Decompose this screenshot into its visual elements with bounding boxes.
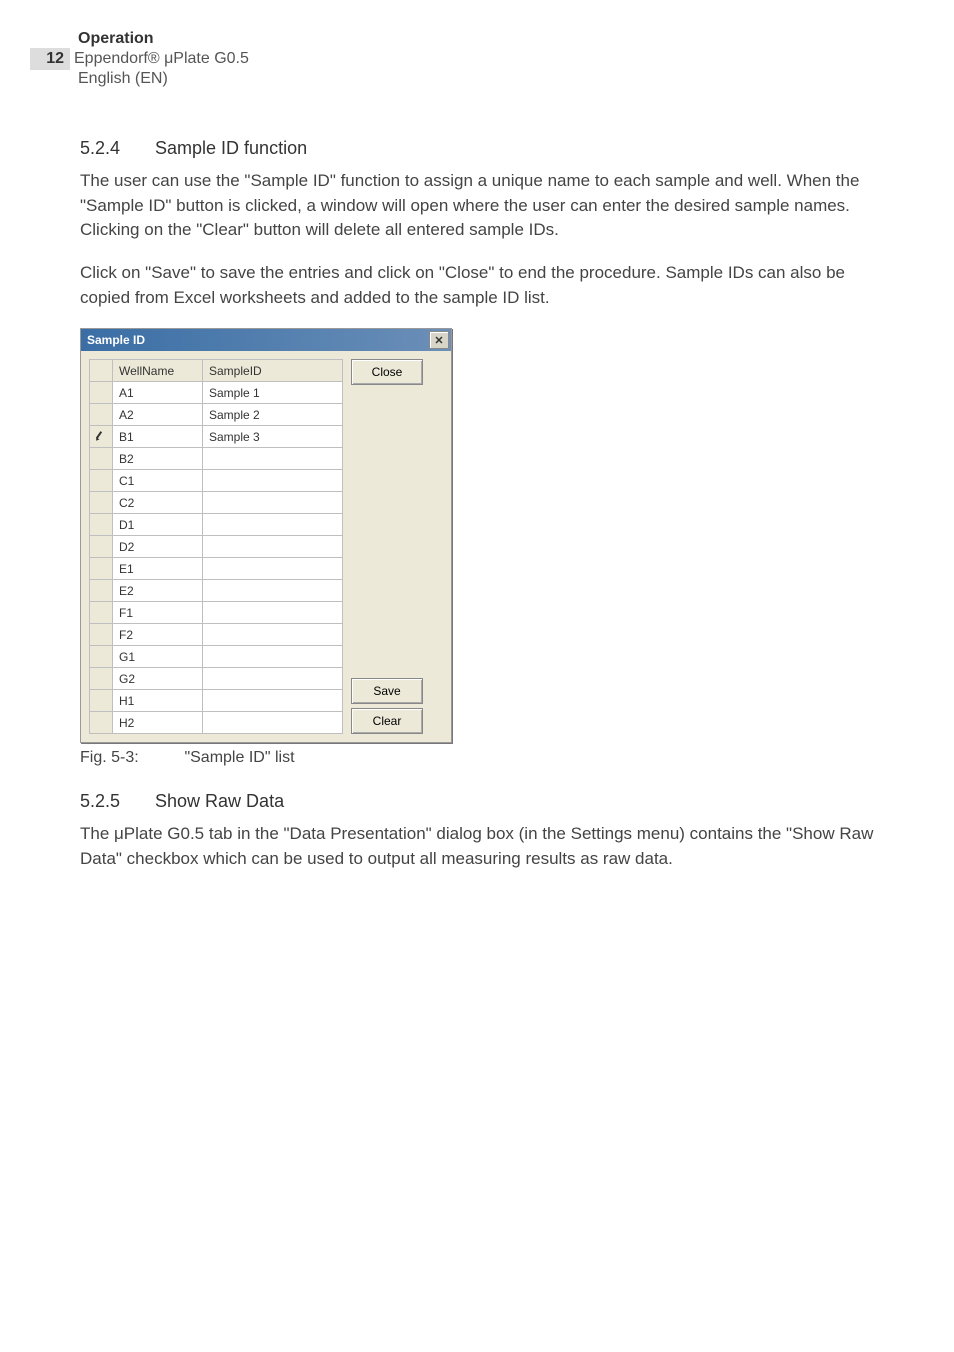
table-row: G1 <box>90 646 343 668</box>
close-button[interactable]: Close <box>351 359 423 385</box>
header-product: Eppendorf® μPlate G0.5 <box>74 50 249 68</box>
row-marker <box>90 712 113 734</box>
row-marker <box>90 426 113 448</box>
table-row: D2 <box>90 536 343 558</box>
row-marker <box>90 580 113 602</box>
row-marker <box>90 646 113 668</box>
table-row: D1 <box>90 514 343 536</box>
wellname-cell[interactable]: E1 <box>113 558 203 580</box>
row-marker <box>90 558 113 580</box>
wellname-cell[interactable]: C1 <box>113 470 203 492</box>
section-524-number: 5.2.4 <box>80 138 150 159</box>
close-x-glyph: ✕ <box>434 334 443 347</box>
wellname-cell[interactable]: F2 <box>113 624 203 646</box>
section-525-title: Show Raw Data <box>155 791 284 811</box>
header-language: English (EN) <box>30 70 894 88</box>
row-marker <box>90 668 113 690</box>
table-row: A1Sample 1 <box>90 382 343 404</box>
row-marker <box>90 448 113 470</box>
table-row: F2 <box>90 624 343 646</box>
wellname-cell[interactable]: C2 <box>113 492 203 514</box>
sampleid-cell[interactable] <box>203 470 343 492</box>
section-524-para1: The user can use the "Sample ID" functio… <box>80 169 894 243</box>
row-marker <box>90 470 113 492</box>
wellname-cell[interactable]: D2 <box>113 536 203 558</box>
col-wellname-header[interactable]: WellName <box>113 360 203 382</box>
table-row: C1 <box>90 470 343 492</box>
row-marker <box>90 492 113 514</box>
table-row: B2 <box>90 448 343 470</box>
sampleid-cell[interactable]: Sample 3 <box>203 426 343 448</box>
table-row: G2 <box>90 668 343 690</box>
sampleid-cell[interactable] <box>203 690 343 712</box>
wellname-cell[interactable]: A1 <box>113 382 203 404</box>
sample-id-table: WellName SampleID A1Sample 1A2Sample 2B1… <box>89 359 343 734</box>
table-row: H2 <box>90 712 343 734</box>
sampleid-cell[interactable]: Sample 1 <box>203 382 343 404</box>
wellname-cell[interactable]: H2 <box>113 712 203 734</box>
clear-button[interactable]: Clear <box>351 708 423 734</box>
dialog-title-bar: Sample ID ✕ <box>81 329 451 351</box>
wellname-cell[interactable]: D1 <box>113 514 203 536</box>
row-marker <box>90 690 113 712</box>
sampleid-cell[interactable] <box>203 668 343 690</box>
close-icon[interactable]: ✕ <box>429 331 449 349</box>
figure-number: Fig. 5-3: <box>80 749 180 767</box>
table-row: B1Sample 3 <box>90 426 343 448</box>
wellname-cell[interactable]: B1 <box>113 426 203 448</box>
table-row: H1 <box>90 690 343 712</box>
table-row: F1 <box>90 602 343 624</box>
row-marker <box>90 514 113 536</box>
sampleid-cell[interactable] <box>203 580 343 602</box>
dialog-button-column: Close Save Clear <box>351 359 423 734</box>
header-section: Operation <box>30 30 894 48</box>
row-marker <box>90 602 113 624</box>
wellname-cell[interactable]: B2 <box>113 448 203 470</box>
sample-id-dialog: Sample ID ✕ WellName SampleID A1Sample 1… <box>80 328 452 743</box>
row-marker <box>90 536 113 558</box>
dialog-title: Sample ID <box>87 333 145 347</box>
section-524-title: Sample ID function <box>155 138 307 158</box>
wellname-cell[interactable]: G2 <box>113 668 203 690</box>
sampleid-cell[interactable] <box>203 448 343 470</box>
sampleid-cell[interactable]: Sample 2 <box>203 404 343 426</box>
section-525-heading: 5.2.5 Show Raw Data <box>80 791 894 812</box>
wellname-cell[interactable]: E2 <box>113 580 203 602</box>
sampleid-cell[interactable] <box>203 602 343 624</box>
sampleid-cell[interactable] <box>203 712 343 734</box>
sampleid-cell[interactable] <box>203 624 343 646</box>
sampleid-cell[interactable] <box>203 492 343 514</box>
wellname-cell[interactable]: A2 <box>113 404 203 426</box>
page-header: Operation 12 Eppendorf® μPlate G0.5 Engl… <box>30 30 894 88</box>
save-button[interactable]: Save <box>351 678 423 704</box>
sampleid-cell[interactable] <box>203 514 343 536</box>
sampleid-cell[interactable] <box>203 646 343 668</box>
section-525-number: 5.2.5 <box>80 791 150 812</box>
figure-text: "Sample ID" list <box>184 749 294 766</box>
wellname-cell[interactable]: G1 <box>113 646 203 668</box>
row-marker <box>90 404 113 426</box>
section-524-heading: 5.2.4 Sample ID function <box>80 138 894 159</box>
figure-caption: Fig. 5-3: "Sample ID" list <box>80 749 894 767</box>
wellname-cell[interactable]: F1 <box>113 602 203 624</box>
table-row: E2 <box>90 580 343 602</box>
page-number: 12 <box>30 48 70 70</box>
pencil-icon <box>96 431 106 441</box>
row-marker <box>90 624 113 646</box>
section-524-para2: Click on "Save" to save the entries and … <box>80 261 894 310</box>
sampleid-cell[interactable] <box>203 536 343 558</box>
table-row: E1 <box>90 558 343 580</box>
wellname-cell[interactable]: H1 <box>113 690 203 712</box>
sampleid-cell[interactable] <box>203 558 343 580</box>
col-marker-header <box>90 360 113 382</box>
table-row: A2Sample 2 <box>90 404 343 426</box>
row-marker <box>90 382 113 404</box>
dialog-body: WellName SampleID A1Sample 1A2Sample 2B1… <box>81 351 451 742</box>
col-sampleid-header[interactable]: SampleID <box>203 360 343 382</box>
table-row: C2 <box>90 492 343 514</box>
section-525-para1: The μPlate G0.5 tab in the "Data Present… <box>80 822 894 871</box>
